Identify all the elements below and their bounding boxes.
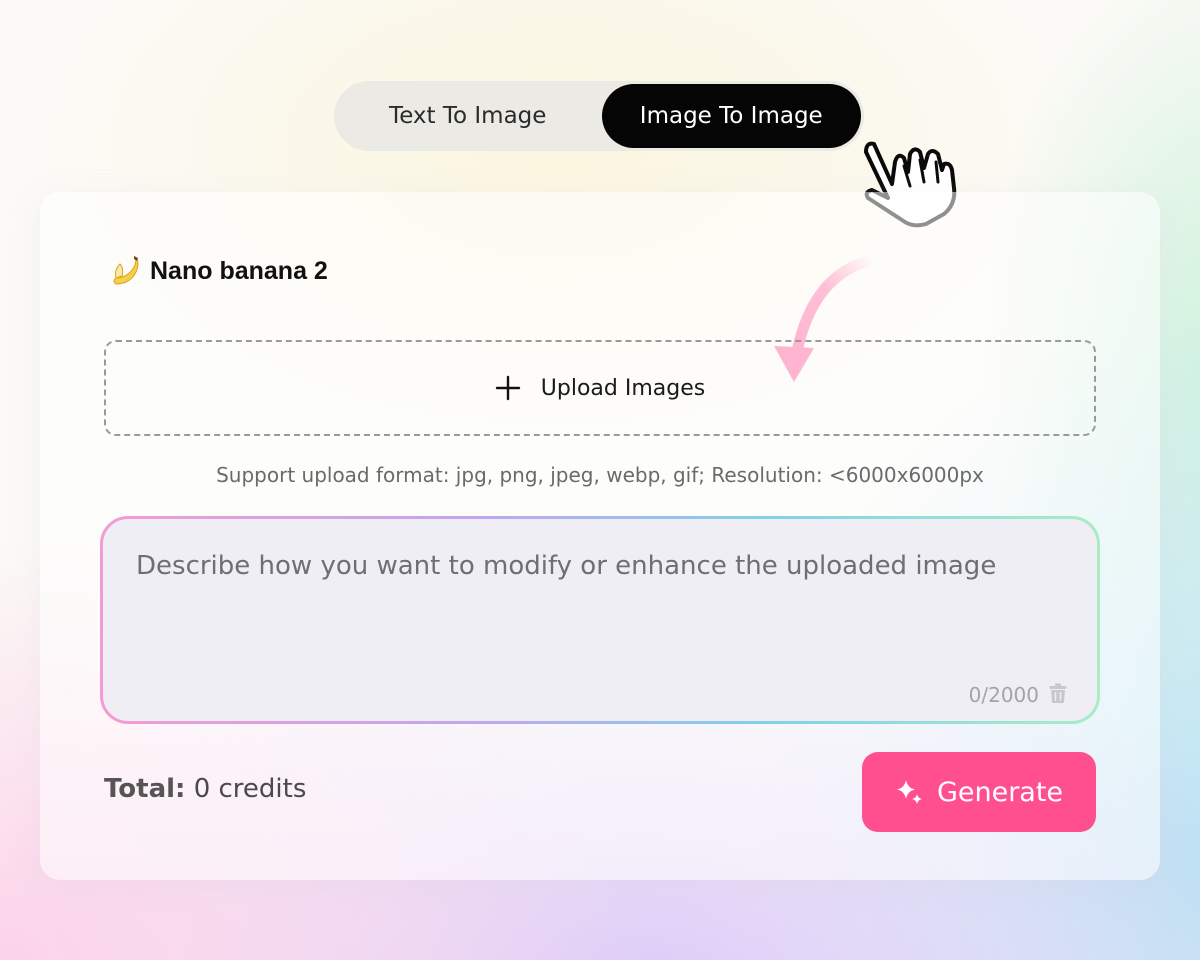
prompt-box: 0/2000 (103, 519, 1097, 721)
character-counter: 0/2000 (968, 683, 1039, 707)
model-name: Nano banana 2 (150, 256, 328, 285)
plus-icon (495, 375, 520, 401)
prompt-input[interactable] (136, 545, 1036, 655)
upload-label: Upload Images (540, 375, 706, 401)
banana-icon (113, 256, 139, 285)
generate-button[interactable]: Generate (862, 752, 1096, 832)
tab-image-to-image[interactable]: Image To Image (601, 84, 861, 148)
generator-card: Nano banana 2 Upload Images Support uplo… (40, 192, 1160, 880)
upload-format-note: Support upload format: jpg, png, jpeg, w… (216, 463, 984, 487)
total-label: Total: (104, 774, 186, 804)
generate-label: Generate (936, 776, 1064, 808)
mode-toggle: Text To Image Image To Image (334, 81, 864, 151)
tab-text-to-image[interactable]: Text To Image (334, 84, 602, 148)
sparkle-icon (896, 780, 922, 804)
upload-images-dropzone[interactable]: Upload Images (104, 340, 1096, 436)
trash-icon[interactable] (1049, 683, 1067, 703)
total-value: 0 credits (193, 774, 307, 804)
total-credits: Total: 0 credits (104, 774, 306, 804)
prompt-container: 0/2000 (100, 516, 1100, 724)
model-title: Nano banana 2 (110, 254, 328, 288)
